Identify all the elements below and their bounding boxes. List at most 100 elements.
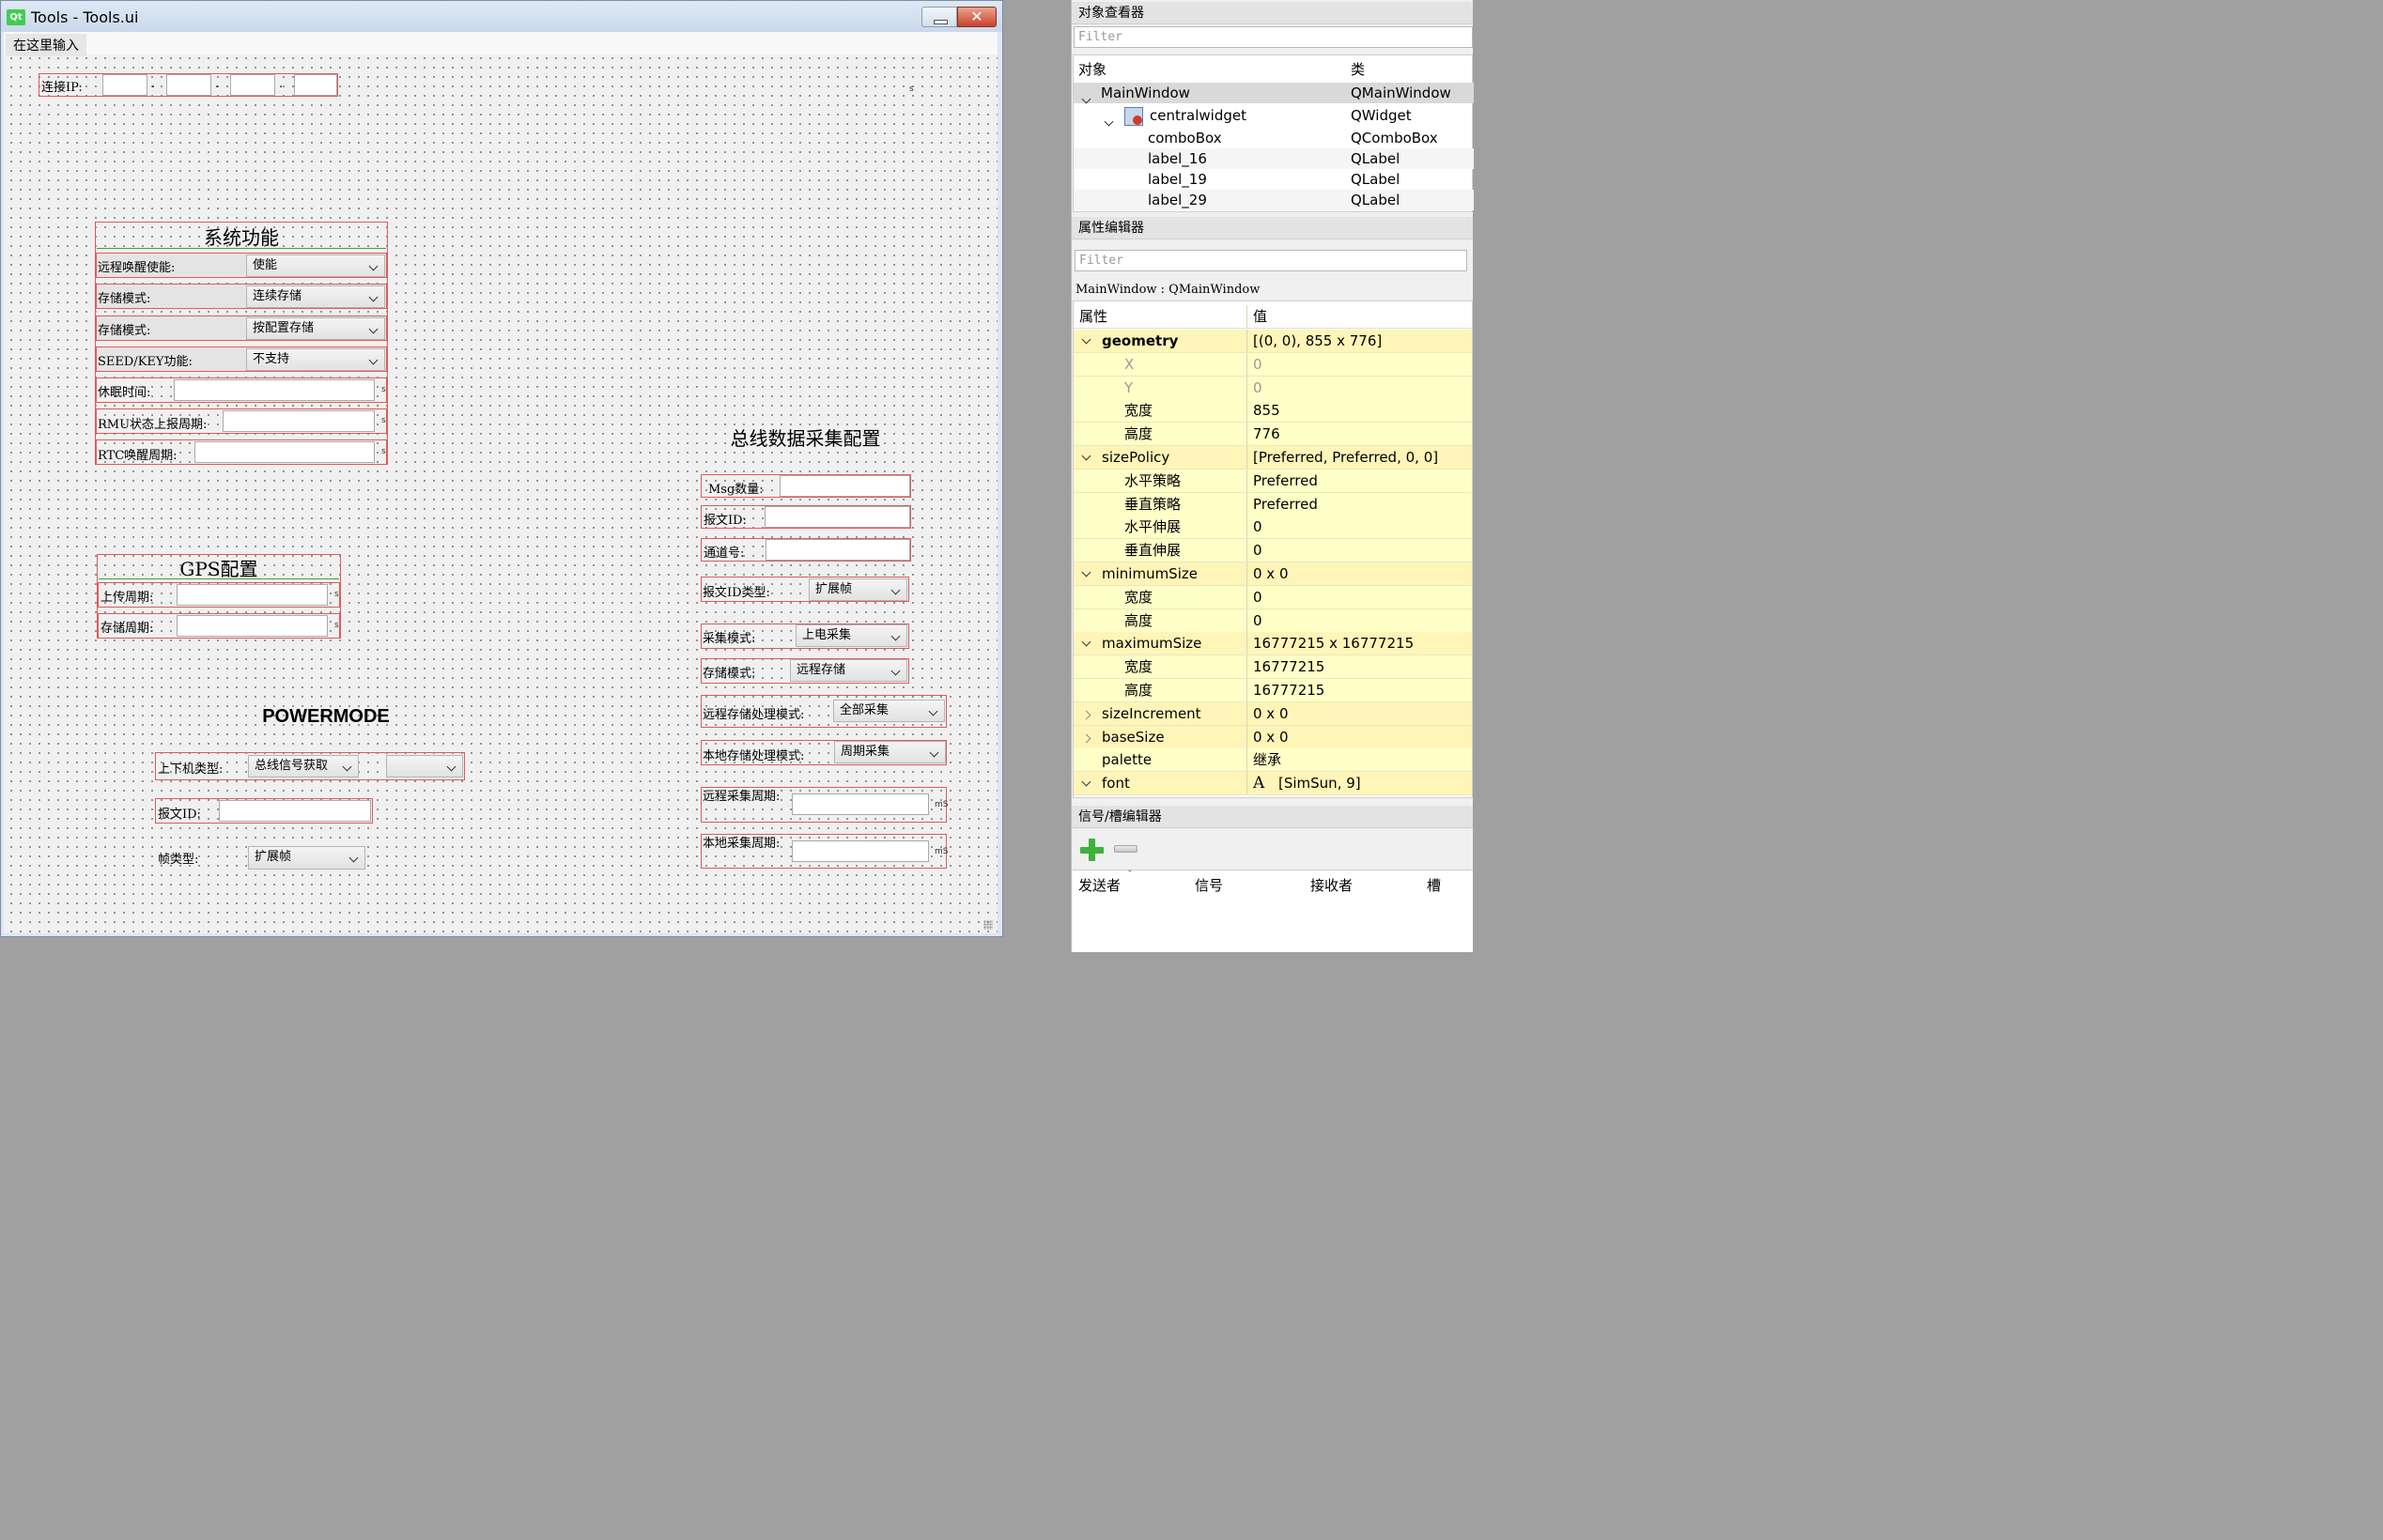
property-row[interactable]: 宽度 0 bbox=[1074, 585, 1472, 609]
msgid-type-combo[interactable]: 扩展帧 bbox=[809, 578, 907, 601]
seed-key-value: 不支持 bbox=[253, 352, 290, 366]
tree-object-name: MainWindow bbox=[1101, 85, 1190, 101]
chevron-down-icon[interactable] bbox=[1081, 567, 1091, 578]
chevron-right-icon[interactable] bbox=[1081, 710, 1091, 720]
property-value[interactable]: 16777215 x 16777215 bbox=[1253, 632, 1414, 654]
chevron-down-icon[interactable] bbox=[1081, 777, 1091, 787]
property-row[interactable]: maximumSize 16777215 x 16777215 bbox=[1074, 632, 1472, 656]
property-row[interactable]: palette 继承 bbox=[1074, 748, 1472, 773]
property-value[interactable]: 0 bbox=[1253, 609, 1262, 632]
property-row[interactable]: geometry [(0, 0), 855 x 776] bbox=[1074, 330, 1472, 353]
property-value[interactable]: 0 bbox=[1253, 353, 1262, 376]
property-row[interactable]: 高度 0 bbox=[1074, 608, 1472, 633]
close-button[interactable]: ✕ bbox=[957, 7, 997, 27]
property-row[interactable]: 宽度 855 bbox=[1074, 399, 1472, 424]
tree-row[interactable]: label_19 QLabel bbox=[1074, 169, 1474, 190]
remove-connection-button[interactable] bbox=[1114, 845, 1137, 853]
frame-type-combo[interactable]: 扩展帧 bbox=[248, 846, 365, 870]
property-name: 水平伸展 bbox=[1124, 518, 1182, 536]
local-proc-combo[interactable]: 周期采集 bbox=[834, 741, 946, 763]
tree-row[interactable]: centralwidget QWidget bbox=[1074, 105, 1474, 127]
sleep-time-unit: s bbox=[381, 385, 386, 394]
ip-octet-4[interactable] bbox=[294, 74, 337, 96]
property-row[interactable]: 高度 776 bbox=[1074, 423, 1472, 447]
storage-mode-combo[interactable]: 连续存储 bbox=[246, 285, 385, 308]
tree-row[interactable]: comboBox QComboBox bbox=[1074, 128, 1474, 148]
property-value[interactable]: [(0, 0), 855 x 776] bbox=[1253, 330, 1382, 352]
property-value[interactable]: 0 x 0 bbox=[1253, 726, 1289, 748]
upload-period-input[interactable] bbox=[177, 584, 328, 606]
bus-msgid-input[interactable] bbox=[765, 506, 910, 528]
property-row[interactable]: 垂直伸展 0 bbox=[1074, 539, 1472, 563]
property-row[interactable]: 宽度 16777215 bbox=[1074, 655, 1472, 680]
storage-mode2-combo[interactable]: 按配置存储 bbox=[246, 317, 385, 340]
property-value[interactable]: [Preferred, Preferred, 0, 0] bbox=[1253, 446, 1438, 469]
property-row[interactable]: baseSize 0 x 0 bbox=[1074, 725, 1472, 749]
store-period-input[interactable] bbox=[177, 615, 328, 637]
collect-mode-label: 采集模式: bbox=[703, 632, 756, 646]
connection-table[interactable]: 发送者 ˇ 信号 接收者 槽 bbox=[1073, 869, 1473, 952]
chevron-right-icon[interactable] bbox=[1081, 733, 1091, 744]
property-value[interactable]: 0 x 0 bbox=[1253, 702, 1289, 725]
property-table[interactable]: 属性 值 geometry [(0, 0), 855 x 776] X 0 Y 0 宽度 85… bbox=[1073, 300, 1473, 798]
title-bar[interactable]: Qt Tools - Tools.ui ✕ bbox=[1, 1, 1002, 32]
sleep-time-input[interactable] bbox=[174, 379, 375, 401]
tree-object-class: QWidget bbox=[1351, 107, 1412, 124]
property-value[interactable]: 0 bbox=[1253, 586, 1262, 608]
local-period-input[interactable] bbox=[792, 840, 929, 862]
property-row[interactable]: font A [SimSun, 9] bbox=[1074, 772, 1472, 796]
channel-input[interactable] bbox=[766, 539, 910, 561]
msg-count-input[interactable] bbox=[780, 475, 910, 497]
widget-icon bbox=[1124, 107, 1143, 126]
property-filter-input[interactable]: Filter bbox=[1075, 250, 1467, 271]
property-value[interactable]: 776 bbox=[1253, 423, 1280, 445]
menu-type-here[interactable]: 在这里输入 bbox=[6, 34, 86, 56]
property-value[interactable]: Preferred bbox=[1253, 493, 1318, 516]
property-row[interactable]: 垂直策略 Preferred bbox=[1074, 492, 1472, 516]
property-row[interactable]: sizeIncrement 0 x 0 bbox=[1074, 701, 1472, 726]
seed-key-combo[interactable]: 不支持 bbox=[246, 348, 385, 371]
rmu-report-input[interactable] bbox=[223, 410, 375, 432]
property-value[interactable]: 16777215 bbox=[1253, 679, 1324, 701]
object-filter-input[interactable]: Filter bbox=[1074, 26, 1473, 48]
property-row[interactable]: 高度 16777215 bbox=[1074, 679, 1472, 702]
property-value[interactable]: 855 bbox=[1253, 399, 1280, 422]
ip-octet-1[interactable] bbox=[102, 74, 147, 96]
minimize-button[interactable] bbox=[921, 7, 957, 27]
property-value[interactable]: 16777215 bbox=[1253, 655, 1324, 678]
host-type-combo-2[interactable] bbox=[386, 755, 463, 778]
ip-octet-3[interactable] bbox=[230, 74, 275, 96]
bus-store-mode-combo[interactable]: 远程存储 bbox=[790, 659, 907, 682]
property-value[interactable]: 0 bbox=[1253, 516, 1262, 538]
property-value[interactable]: 0 bbox=[1253, 377, 1262, 399]
property-row[interactable]: 水平伸展 0 bbox=[1074, 516, 1472, 540]
tree-row[interactable]: MainWindow QMainWindow bbox=[1074, 83, 1474, 104]
remote-proc-combo[interactable]: 全部采集 bbox=[833, 700, 945, 722]
chevron-down-icon[interactable] bbox=[1081, 334, 1091, 345]
property-row[interactable]: minimumSize 0 x 0 bbox=[1074, 562, 1472, 586]
property-value[interactable]: 0 bbox=[1253, 539, 1262, 562]
tree-row[interactable]: label_16 QLabel bbox=[1074, 148, 1474, 169]
object-tree[interactable]: 对象 类 MainWindow QMainWindow centralwidge… bbox=[1073, 54, 1474, 212]
collect-mode-combo[interactable]: 上电采集 bbox=[796, 624, 907, 647]
tree-row[interactable]: label_29 QLabel bbox=[1074, 190, 1474, 210]
add-connection-button[interactable] bbox=[1079, 838, 1104, 862]
property-row[interactable]: sizePolicy [Preferred, Preferred, 0, 0] bbox=[1074, 446, 1472, 470]
col-slot: 槽 bbox=[1427, 877, 1442, 894]
property-row[interactable]: X0 bbox=[1074, 352, 1472, 377]
rtc-wake-input[interactable] bbox=[194, 441, 375, 463]
remote-period-input[interactable] bbox=[792, 793, 929, 815]
ip-octet-2[interactable] bbox=[166, 74, 211, 96]
resize-grip-icon[interactable] bbox=[983, 920, 993, 930]
property-value[interactable]: [SimSun, 9] bbox=[1278, 772, 1361, 794]
property-value[interactable]: 继承 bbox=[1253, 748, 1281, 771]
chevron-down-icon[interactable] bbox=[1081, 637, 1091, 647]
power-msgid-input[interactable] bbox=[219, 800, 371, 822]
remote-wake-combo[interactable]: 使能 bbox=[246, 254, 385, 277]
property-row[interactable]: Y0 bbox=[1074, 376, 1472, 400]
chevron-down-icon[interactable] bbox=[1081, 451, 1091, 461]
host-type-combo[interactable]: 总线信号获取 bbox=[248, 755, 359, 778]
property-value[interactable]: Preferred bbox=[1253, 470, 1318, 492]
property-row[interactable]: 水平策略 Preferred bbox=[1074, 469, 1472, 493]
property-value[interactable]: 0 x 0 bbox=[1253, 562, 1289, 585]
